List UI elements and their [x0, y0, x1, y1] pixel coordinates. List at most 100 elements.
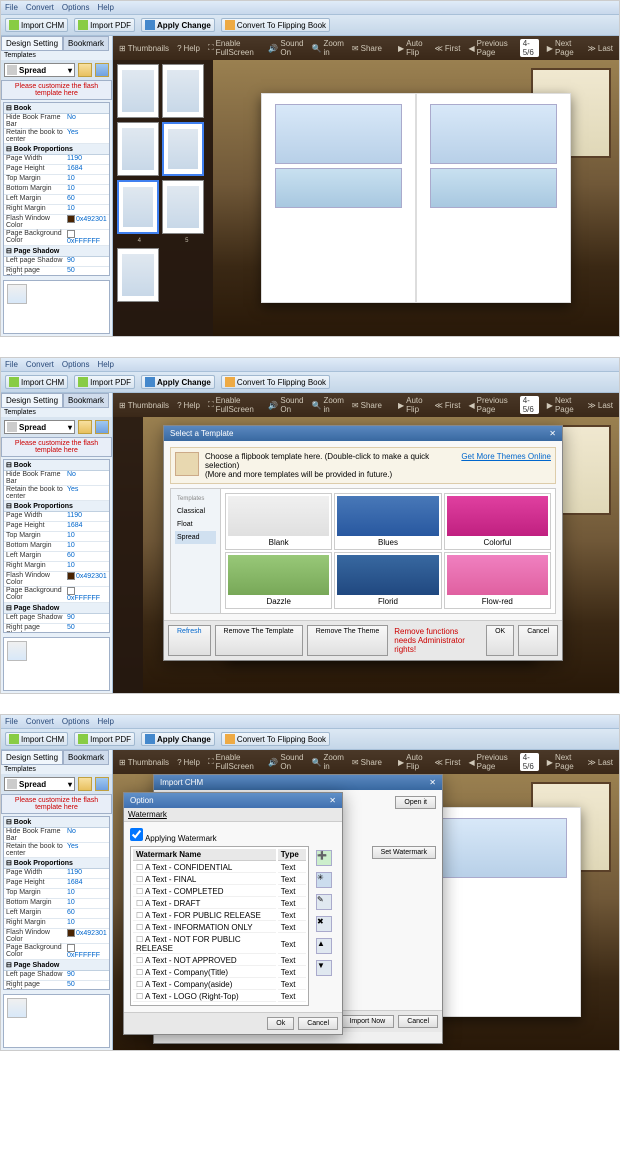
property-tree[interactable]: ⊟ BookHide Book Frame BarNoRetain the bo… [3, 102, 110, 276]
import-pdf-button[interactable]: Import PDF [74, 732, 135, 746]
import-pdf-button[interactable]: Import PDF [74, 375, 135, 389]
zoom-button[interactable]: 🔍 Zoom in [312, 396, 344, 414]
sound-button[interactable]: 🔊 Sound On [268, 39, 303, 57]
cat-spread[interactable]: Spread [175, 531, 216, 544]
thumbnails-toggle[interactable]: ⊞ Thumbnails [119, 401, 169, 410]
prop-row[interactable]: Bottom Margin10 [4, 185, 109, 195]
down-icon[interactable]: ▼ [316, 960, 332, 976]
cancel-button[interactable]: Cancel [518, 625, 558, 656]
remove-theme-button[interactable]: Remove The Theme [307, 625, 389, 656]
prop-row[interactable]: Right page Shadow50 [4, 267, 109, 276]
thumbnails-toggle[interactable]: ⊞ Thumbnails [119, 44, 169, 53]
prop-value[interactable]: 90 [67, 614, 107, 623]
prop-row[interactable]: Page Height1684 [4, 879, 109, 889]
prop-row[interactable]: Right Margin10 [4, 205, 109, 215]
help-button[interactable]: ? Help [177, 44, 200, 53]
import-chm-button[interactable]: Import CHM [5, 732, 68, 746]
zoom-button[interactable]: 🔍 Zoom in [312, 753, 344, 771]
sound-button[interactable]: 🔊 Sound On [268, 396, 303, 414]
prop-value[interactable]: No [67, 828, 107, 842]
next-button[interactable]: ▶ Next Page [547, 39, 580, 57]
group-bookProp[interactable]: ⊟ Book Proportions [4, 144, 109, 155]
tpl-dazzle[interactable]: Dazzle [225, 552, 332, 609]
prop-row[interactable]: Hide Book Frame BarNo [4, 471, 109, 486]
prop-value[interactable]: 1190 [67, 869, 107, 878]
last-button[interactable]: ≫ Last [588, 401, 614, 410]
share-button[interactable]: ✉ Share [352, 44, 382, 53]
ok-button[interactable]: Ok [267, 1017, 294, 1030]
share-button[interactable]: ✉ Share [352, 758, 382, 767]
prop-value[interactable]: 10 [67, 542, 107, 551]
apply-change-button[interactable]: Apply Change [141, 18, 215, 32]
page-input[interactable]: 4-5/6 [520, 753, 539, 771]
prop-row[interactable]: Right Margin10 [4, 562, 109, 572]
tpl-blues[interactable]: Blues [334, 493, 441, 550]
customize-template-button[interactable]: Please customize the flash template here [1, 80, 112, 100]
remove-template-button[interactable]: Remove The Template [215, 625, 303, 656]
template-selector[interactable]: Spread▾ [4, 420, 75, 434]
save-button-2[interactable] [95, 420, 109, 434]
tab-design-setting[interactable]: Design Setting [1, 750, 63, 765]
autoflip-button[interactable]: ▶ Auto Flip [398, 753, 427, 771]
property-tree[interactable]: ⊟ BookHide Book Frame BarNoRetain the bo… [3, 816, 110, 990]
menu-file[interactable]: File [5, 360, 18, 369]
template-selector[interactable]: Spread▾ [4, 63, 75, 77]
prev-button[interactable]: ◀ Previous Page [468, 753, 511, 771]
close-icon[interactable]: ✕ [549, 429, 556, 438]
prop-row[interactable]: Page Height1684 [4, 165, 109, 175]
prop-row[interactable]: Flash Window Color0x492301 [4, 929, 109, 944]
first-button[interactable]: ≪ First [435, 758, 461, 767]
prop-row[interactable]: Page Height1684 [4, 522, 109, 532]
prop-value[interactable]: 1190 [67, 155, 107, 164]
thumb-2[interactable] [162, 64, 204, 118]
delete-icon[interactable]: ✖ [316, 916, 332, 932]
prop-value[interactable]: Yes [67, 843, 107, 857]
prop-value[interactable]: 60 [67, 552, 107, 561]
prop-value[interactable]: 10 [67, 175, 107, 184]
prop-row[interactable]: Right page Shadow50 [4, 624, 109, 633]
save-button[interactable] [78, 777, 92, 791]
watermark-tab[interactable]: Watermark [128, 810, 167, 819]
prev-button[interactable]: ◀ Previous Page [468, 39, 511, 57]
prop-value[interactable]: 10 [67, 205, 107, 214]
next-button[interactable]: ▶ Next Page [547, 753, 580, 771]
last-button[interactable]: ≫ Last [588, 758, 614, 767]
first-button[interactable]: ≪ First [435, 44, 461, 53]
prop-row[interactable]: Page Width1190 [4, 869, 109, 879]
prop-row[interactable]: Left page Shadow90 [4, 614, 109, 624]
prop-row[interactable]: Top Margin10 [4, 175, 109, 185]
first-button[interactable]: ≪ First [435, 401, 461, 410]
prop-row[interactable]: Hide Book Frame BarNo [4, 828, 109, 843]
page-input[interactable]: 4-5/6 [520, 396, 539, 414]
convert-button[interactable]: Convert To Flipping Book [221, 732, 330, 746]
thumb-5[interactable] [117, 180, 159, 234]
thumb-6[interactable] [162, 180, 204, 234]
prop-value[interactable]: 10 [67, 899, 107, 908]
menu-options[interactable]: Options [62, 717, 90, 726]
watermark-row[interactable]: A Text - FOR PUBLIC RELEASEText [133, 911, 306, 921]
group-bookProp[interactable]: ⊟ Book Proportions [4, 501, 109, 512]
prop-row[interactable]: Left page Shadow90 [4, 971, 109, 981]
prop-value[interactable]: 50 [67, 981, 107, 990]
watermark-row[interactable]: A Text - Company(Title)Text [133, 968, 306, 978]
thumbnails-toggle[interactable]: ⊞ Thumbnails [119, 758, 169, 767]
prop-row[interactable]: Bottom Margin10 [4, 899, 109, 909]
prop-value[interactable]: 0x492301 [67, 572, 107, 586]
group-pageShadow[interactable]: ⊟ Page Shadow [4, 246, 109, 257]
prop-row[interactable]: Retain the book to centerYes [4, 486, 109, 501]
watermark-row[interactable]: A Text - LOGO (Left-Bottom)Text [133, 1004, 306, 1006]
more-themes-link[interactable]: Get More Themes Online [461, 452, 551, 479]
watermark-row[interactable]: A Text - FINALText [133, 875, 306, 885]
prop-value[interactable]: 1684 [67, 165, 107, 174]
group-book[interactable]: ⊟ Book [4, 460, 109, 471]
save-template-button-2[interactable] [95, 63, 109, 77]
prop-value[interactable]: 1684 [67, 879, 107, 888]
prop-row[interactable]: Left Margin60 [4, 552, 109, 562]
prop-value[interactable]: 10 [67, 889, 107, 898]
prop-row[interactable]: Top Margin10 [4, 532, 109, 542]
tpl-colorful[interactable]: Colorful [444, 493, 551, 550]
next-button[interactable]: ▶ Next Page [547, 396, 580, 414]
watermark-row[interactable]: A Text - Company(aside)Text [133, 980, 306, 990]
watermark-row[interactable]: A Text - CONFIDENTIALText [133, 863, 306, 873]
save-button-2[interactable] [95, 777, 109, 791]
